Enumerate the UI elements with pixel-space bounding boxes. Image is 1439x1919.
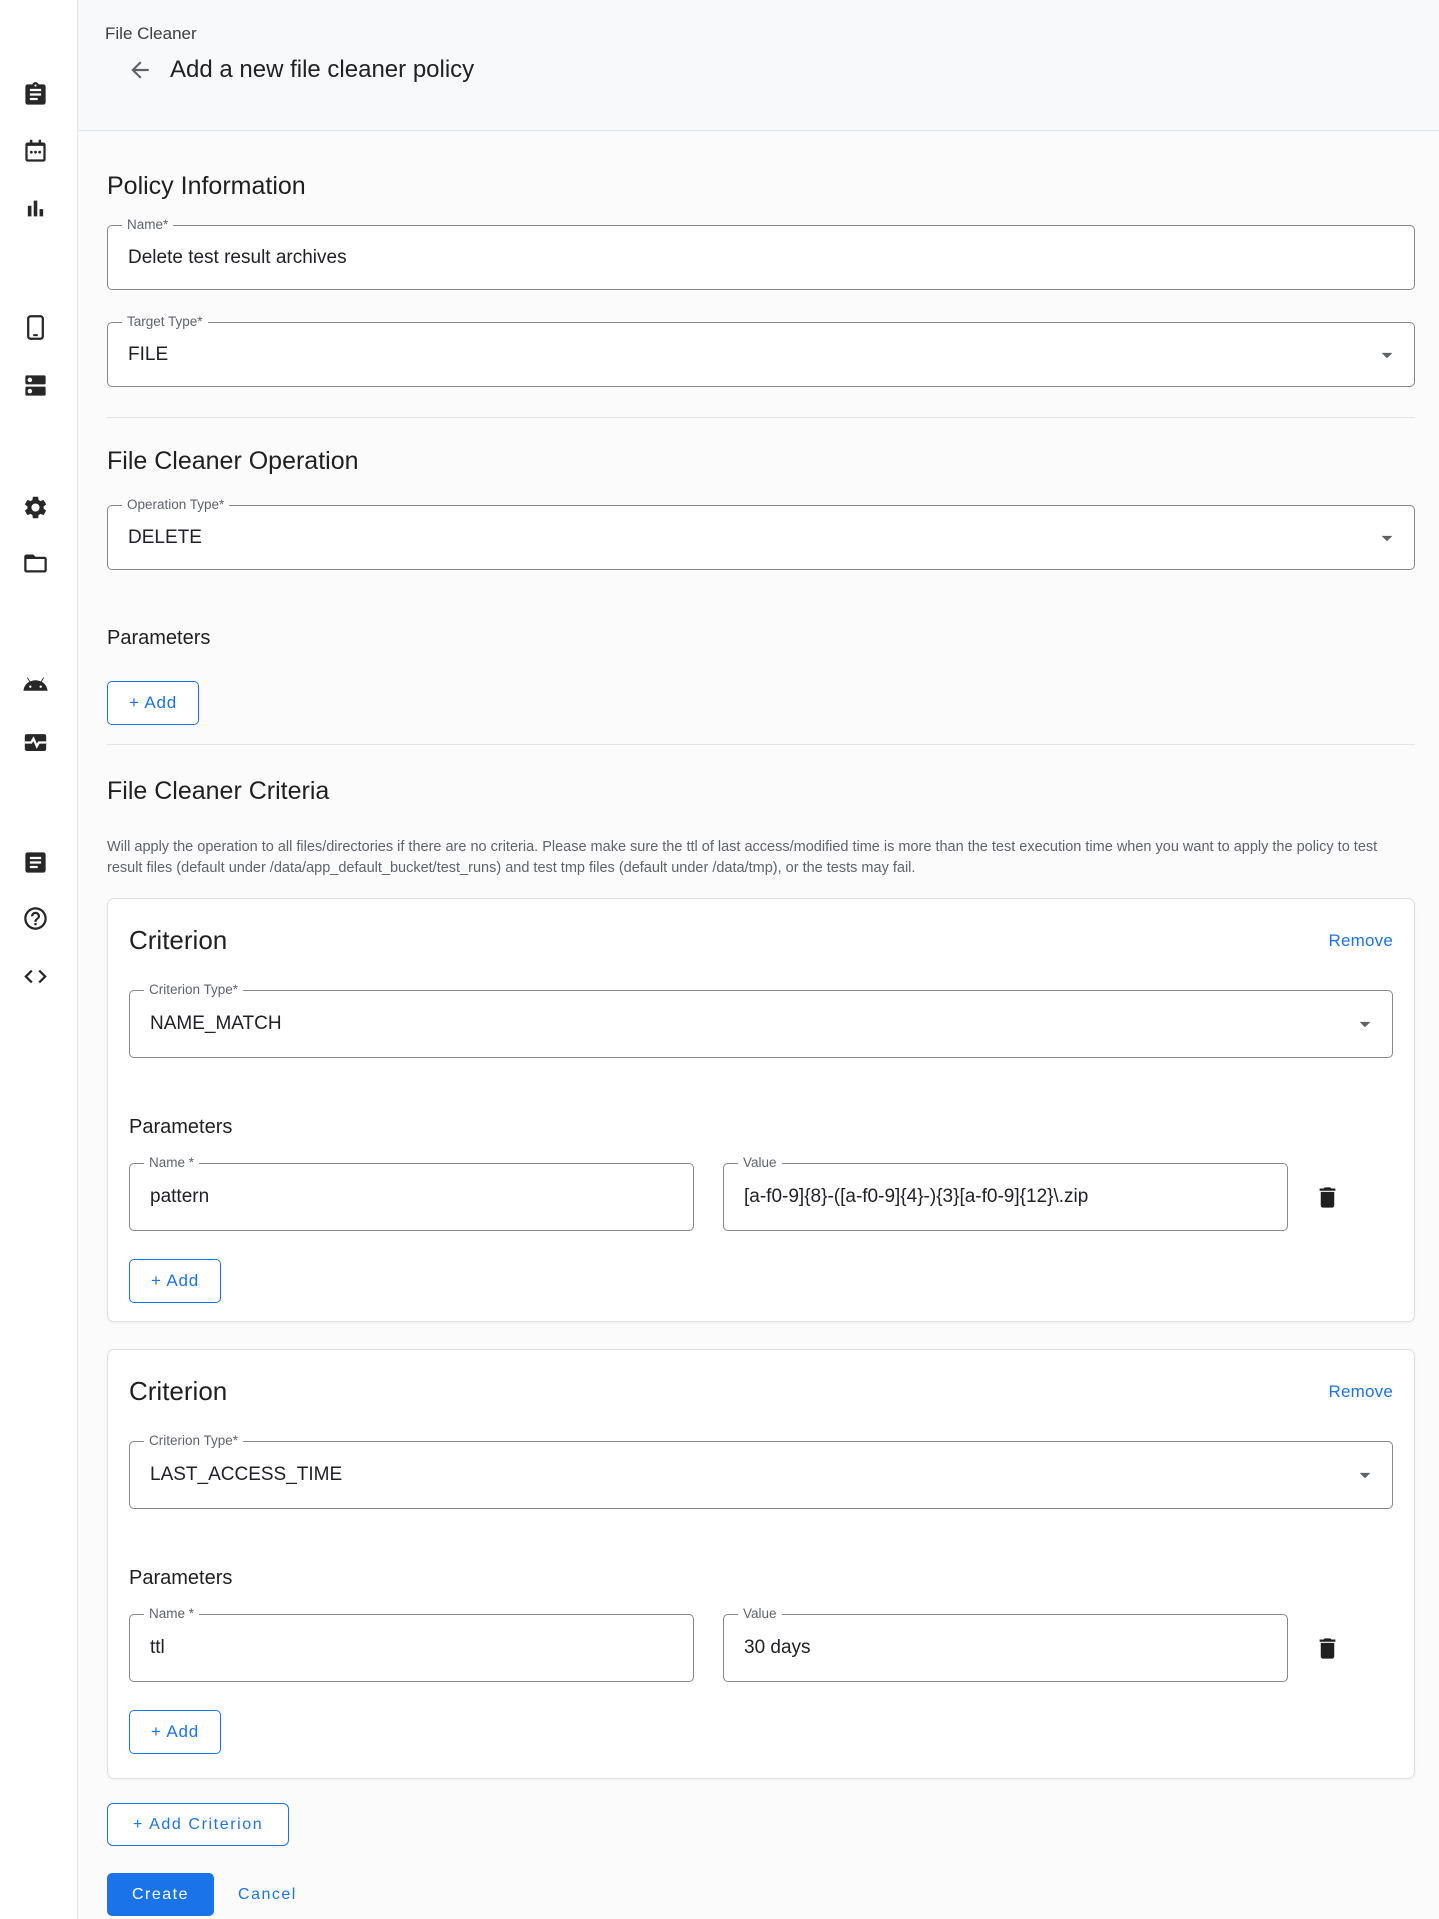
criteria-description: Will apply the operation to all files/di… <box>107 837 1415 879</box>
sidebar-item-settings[interactable] <box>16 488 54 526</box>
smartphone-icon <box>22 314 49 341</box>
sidebar-item-notes[interactable] <box>16 843 54 881</box>
create-button[interactable]: Create <box>107 1873 214 1916</box>
dropdown-arrow-icon <box>1352 1462 1378 1488</box>
criterion-type-value: NAME_MATCH <box>150 1013 282 1035</box>
remove-criterion-button[interactable]: Remove <box>1328 1382 1393 1402</box>
dns-icon <box>22 372 49 399</box>
criterion-type-select[interactable]: Criterion Type* LAST_ACCESS_TIME <box>129 1441 1393 1509</box>
parameter-row: Name * Value <box>129 1614 1393 1682</box>
parameter-row: Name * Value <box>129 1163 1393 1231</box>
field-label: Operation Type* <box>127 497 224 512</box>
section-heading-policy-information: Policy Information <box>107 170 1415 203</box>
parameter-value-field: Value <box>723 1614 1288 1682</box>
bar-chart-icon <box>22 195 49 222</box>
parameter-name-field: Name * <box>129 1163 694 1231</box>
field-label: Target Type* <box>127 314 203 329</box>
sidebar-item-android[interactable] <box>16 665 54 703</box>
sidebar-item-calendar[interactable] <box>16 132 54 170</box>
article-icon <box>22 849 49 876</box>
parameter-value-input[interactable] <box>723 1163 1288 1231</box>
parameter-value-field: Value <box>723 1163 1288 1231</box>
sidebar-item-help[interactable] <box>16 899 54 937</box>
sidebar-item-code[interactable] <box>16 957 54 995</box>
operation-type-value: DELETE <box>128 527 202 549</box>
criterion-type-select[interactable]: Criterion Type* NAME_MATCH <box>129 990 1393 1058</box>
sidebar <box>0 0 78 1919</box>
sidebar-item-devices[interactable] <box>16 308 54 346</box>
trash-icon <box>1314 1635 1341 1662</box>
target-type-value: FILE <box>128 344 168 366</box>
criterion-type-value: LAST_ACCESS_TIME <box>150 1464 342 1486</box>
field-label: Criterion Type* <box>149 982 238 997</box>
criterion-title: Criterion <box>129 923 227 958</box>
section-heading-criteria: File Cleaner Criteria <box>107 775 1415 808</box>
sidebar-item-reports[interactable] <box>16 189 54 227</box>
code-icon <box>22 963 49 990</box>
parameter-name-field: Name * <box>129 1614 694 1682</box>
section-divider <box>107 417 1415 418</box>
criterion-parameters-heading: Parameters <box>129 1565 1393 1592</box>
section-divider <box>107 744 1415 745</box>
add-criterion-parameter-button[interactable]: + Add <box>129 1710 221 1754</box>
sidebar-item-files[interactable] <box>16 544 54 582</box>
parameter-name-input[interactable] <box>129 1614 694 1682</box>
form-actions: Create Cancel <box>107 1873 1415 1916</box>
add-criterion-parameter-button[interactable]: + Add <box>129 1259 221 1303</box>
app-title: File Cleaner <box>105 24 197 44</box>
sidebar-item-assignment[interactable] <box>16 75 54 113</box>
criterion-card: Criterion Remove Criterion Type* NAME_MA… <box>107 898 1415 1322</box>
criterion-parameters-heading: Parameters <box>129 1114 1393 1141</box>
assignment-icon <box>22 81 49 108</box>
help-icon <box>22 905 49 932</box>
target-type-select[interactable]: Target Type* FILE <box>107 322 1415 387</box>
cancel-button[interactable]: Cancel <box>226 1873 309 1916</box>
remove-criterion-button[interactable]: Remove <box>1328 931 1393 951</box>
operation-parameters-heading: Parameters <box>107 625 1415 652</box>
arrow-back-icon <box>127 57 153 83</box>
operation-type-select[interactable]: Operation Type* DELETE <box>107 505 1415 570</box>
delete-parameter-button[interactable] <box>1314 1635 1341 1662</box>
policy-name-input[interactable] <box>107 225 1415 290</box>
folder-icon <box>22 550 49 577</box>
trash-icon <box>1314 1184 1341 1211</box>
settings-icon <box>22 494 49 521</box>
page-title: Add a new file cleaner policy <box>170 56 474 84</box>
dropdown-arrow-icon <box>1352 1011 1378 1037</box>
calendar-icon <box>22 138 49 165</box>
storage-health-icon <box>22 729 49 756</box>
policy-form: Policy Information Name* Target Type* FI… <box>79 132 1439 1919</box>
field-label: Criterion Type* <box>149 1433 238 1448</box>
sidebar-item-storage-health[interactable] <box>16 723 54 761</box>
section-heading-operation: File Cleaner Operation <box>107 445 1415 478</box>
sidebar-item-hosts[interactable] <box>16 366 54 404</box>
parameter-value-input[interactable] <box>723 1614 1288 1682</box>
delete-parameter-button[interactable] <box>1314 1184 1341 1211</box>
android-icon <box>22 671 49 698</box>
parameter-name-input[interactable] <box>129 1163 694 1231</box>
dropdown-arrow-icon <box>1374 342 1400 368</box>
add-operation-parameter-button[interactable]: + Add <box>107 681 199 725</box>
dropdown-arrow-icon <box>1374 525 1400 551</box>
back-button[interactable] <box>127 57 153 83</box>
criterion-card: Criterion Remove Criterion Type* LAST_AC… <box>107 1349 1415 1779</box>
criterion-title: Criterion <box>129 1374 227 1409</box>
policy-name-field: Name* <box>107 225 1415 290</box>
page-header: File Cleaner Add a new file cleaner poli… <box>79 0 1439 131</box>
add-criterion-button[interactable]: + Add Criterion <box>107 1803 289 1846</box>
